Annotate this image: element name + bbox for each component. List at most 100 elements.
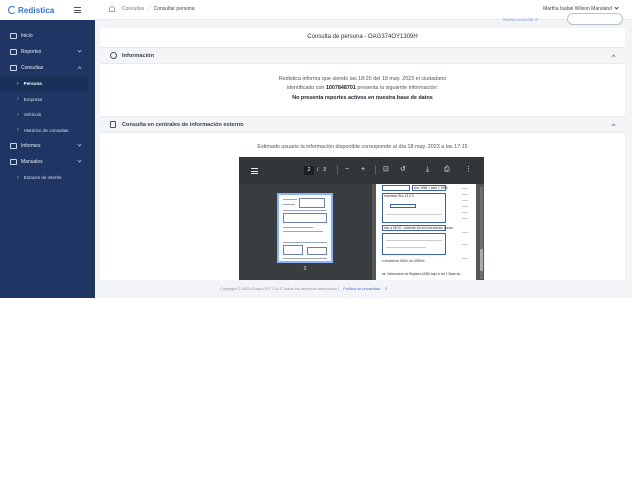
doc-text-4: e inscrita en DIAN, de 2/05/04 — [382, 259, 425, 263]
breadcrumb-separator: / — [148, 6, 150, 12]
sidebar-item-consultas[interactable]: Consultas — [0, 60, 95, 76]
sidebar-item-label: Empresa — [23, 96, 43, 102]
breadcrumb-current: Consultar persona — [153, 6, 195, 12]
page-title: Consulta de persona - OAG374OY1309H — [307, 34, 418, 40]
sidebar-item-empresa[interactable]: › Empresa — [0, 92, 95, 108]
sidebar-item-label: Informes — [21, 143, 41, 149]
availability-note: Estimado usuario la información disponib… — [257, 144, 468, 150]
sidebar-item-label: Consultas — [21, 65, 44, 71]
external-section-title: Consulta en centrales de información ext… — [122, 121, 244, 128]
thumbnail-page-number: 2 — [303, 266, 307, 272]
doc-text-2: resultado Reo 13 0 0 — [384, 194, 414, 198]
main-card: Consulta de persona - OAG374OY1309H Info… — [100, 28, 625, 280]
action-button[interactable] — [567, 13, 623, 25]
search-users-icon — [10, 65, 17, 71]
chevron-right-icon: › — [17, 80, 19, 87]
info-line-1-text: Redistica informa que siendo las 18:20 d… — [278, 76, 447, 82]
info-line-3: No presenta reportes activos en nuestra … — [100, 94, 625, 103]
no-reports-message: No presenta reportes activos en nuestra … — [292, 95, 433, 101]
user-menu[interactable]: Martha Isabel Wilson Maruland — [543, 6, 618, 12]
pdf-viewer[interactable]: 2 / 3 − + ⊡ ↺ ⤓ ⎙ ⋮ 2 ano 1966 = abril 1… — [239, 157, 484, 280]
sidebar-item-label: Histórico de consultas — [23, 127, 69, 133]
sidebar-item-enlaces[interactable]: › Enlaces de interés — [0, 170, 95, 186]
new-query-link[interactable]: Nueva consulta ↺ — [503, 17, 538, 23]
sidebar-item-inicio[interactable]: Inicio — [0, 28, 95, 44]
sidebar-item-label: Reportes — [21, 49, 42, 55]
breadcrumb-parent[interactable]: Consultas — [122, 6, 144, 12]
toolbar-divider — [375, 165, 376, 175]
chevron-right-icon: › — [17, 96, 19, 103]
sidebar-item-label: Enlaces de interés — [23, 175, 62, 181]
thumbnail-pane: 2 — [239, 184, 372, 280]
info-line-2: identificado con 1007848701 presenta la … — [100, 84, 625, 93]
more-options-icon[interactable]: ⋮ — [465, 165, 472, 175]
zoom-out-icon[interactable]: − — [345, 165, 349, 175]
sidebar: Redistica Inicio Reportes Consultas › Pe… — [0, 0, 95, 298]
sidebar-item-label: Manuales — [21, 159, 43, 165]
book-icon — [10, 159, 17, 165]
chevron-down-icon — [77, 142, 82, 147]
home-icon — [10, 33, 17, 39]
doc-text-1: ano 1966 = abril 1 1999 — [414, 186, 448, 190]
sidebar-item-label: Vehículo — [23, 112, 42, 118]
chevron-down-icon — [77, 158, 82, 163]
sidebar-item-manuales[interactable]: Manuales — [0, 154, 95, 170]
info-line-2-suffix: presenta la siguiente información: — [357, 85, 439, 91]
sidebar-item-label: Inicio — [21, 33, 33, 39]
page-separator: / — [317, 167, 319, 173]
scrollbar-thumb[interactable] — [480, 249, 483, 271]
sidebar-item-persona[interactable]: › Persona — [0, 76, 88, 92]
sidebar-item-vehiculo[interactable]: › Vehículo — [0, 107, 95, 123]
doc-text-5: ne, informacion de Registro ASNII bajo e… — [382, 272, 463, 276]
info-section-header[interactable]: Información — [100, 47, 625, 64]
breadcrumb: Consultas / Consultar persona — [122, 6, 194, 12]
zoom-in-icon[interactable]: + — [361, 165, 365, 175]
chevron-right-icon: › — [17, 127, 19, 134]
brand-name: Redistica — [18, 5, 55, 15]
chevron-up-icon[interactable] — [611, 123, 616, 128]
document-number: 1007848701 — [325, 85, 356, 91]
sidebar-item-historico[interactable]: › Histórico de consultas — [0, 123, 95, 139]
privacy-link[interactable]: Política de privacidad — [343, 286, 380, 291]
download-icon[interactable]: ⤓ — [426, 165, 429, 175]
doc-text-3: eau a MIGO - Advierte De sin informacion… — [384, 226, 453, 230]
copyright-text: Copyright © 2023 Grupo DET S.A.S Todos l… — [220, 286, 337, 291]
app-shell: Redistica Inicio Reportes Consultas › Pe… — [0, 0, 632, 298]
document-pane: ano 1966 = abril 1 1999 resultado Reo 13… — [372, 184, 484, 280]
print-icon[interactable]: ⎙ — [444, 165, 450, 175]
page-number-input[interactable]: 2 — [304, 166, 314, 175]
chevron-right-icon: › — [17, 111, 19, 118]
sidebar-nav: Inicio Reportes Consultas › Persona › Em… — [0, 20, 95, 186]
external-section-header[interactable]: Consulta en centrales de información ext… — [100, 116, 625, 133]
footer: Copyright © 2023 Grupo DET S.A.S Todos l… — [220, 286, 387, 291]
document-page: ano 1966 = abril 1 1999 resultado Reo 13… — [376, 184, 476, 280]
folder-icon — [10, 49, 17, 55]
info-line-1: Redistica informa que siendo las 18:20 d… — [100, 75, 625, 84]
menu-icon[interactable] — [251, 168, 258, 176]
toolbar-divider — [337, 165, 338, 175]
chevron-up-icon[interactable] — [611, 54, 616, 59]
chevron-up-icon — [77, 66, 82, 71]
pdf-toolbar: 2 / 3 − + ⊡ ↺ ⤓ ⎙ ⋮ — [239, 157, 484, 184]
document-icon — [110, 121, 116, 128]
info-icon — [110, 52, 117, 59]
sidebar-item-informes[interactable]: Informes — [0, 138, 95, 154]
footer-separator: | — [338, 286, 340, 291]
logo-icon — [8, 6, 16, 14]
page-thumbnail[interactable] — [277, 193, 333, 263]
topbar: Consultas / Consultar persona Martha Isa… — [95, 0, 632, 20]
brand-bar: Redistica — [0, 0, 95, 20]
info-section-title: Información — [122, 52, 155, 59]
chevron-right-icon: › — [17, 174, 19, 181]
sidebar-item-label: Persona — [23, 81, 42, 87]
sidebar-item-reportes[interactable]: Reportes — [0, 44, 95, 60]
rotate-icon[interactable]: ↺ — [400, 165, 406, 175]
chart-icon — [10, 143, 17, 149]
bell-icon[interactable] — [109, 6, 115, 12]
pdf-scrollbar[interactable] — [480, 187, 483, 279]
chevron-down-icon — [77, 48, 82, 53]
external-link-icon: ↗ — [384, 286, 388, 291]
menu-toggle-icon[interactable] — [74, 7, 81, 15]
fit-page-icon[interactable]: ⊡ — [383, 165, 389, 175]
info-line-2-prefix: identificado con — [286, 85, 325, 91]
